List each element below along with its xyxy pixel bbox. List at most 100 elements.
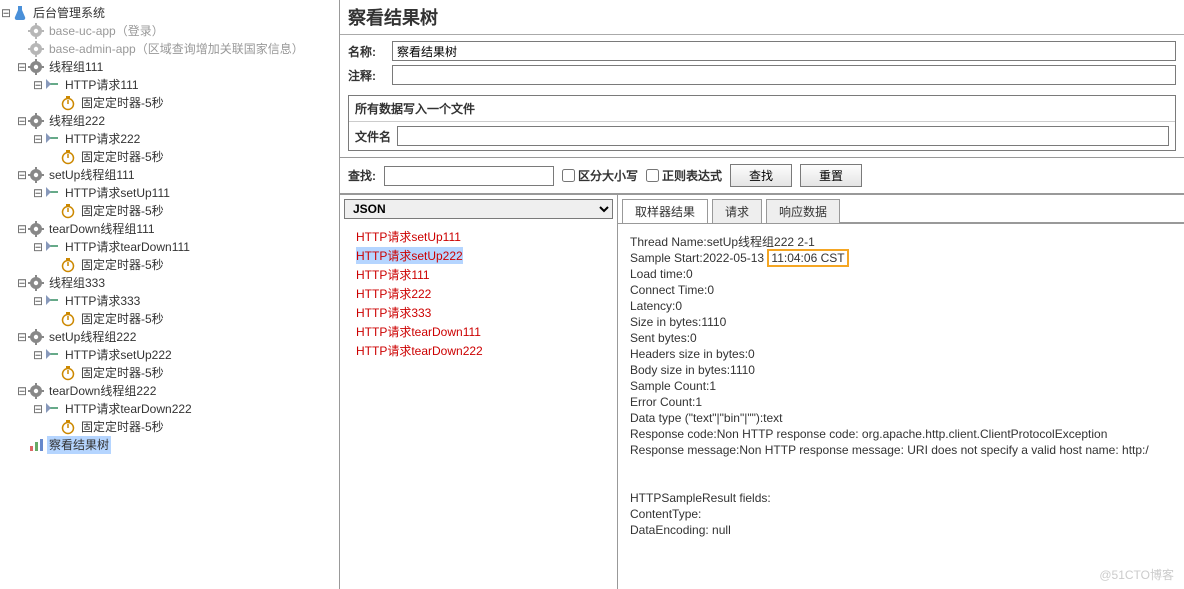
tree-toggle-icon[interactable]: ⊟	[16, 274, 28, 292]
result-item[interactable]: HTTP请求setUp111	[342, 227, 615, 246]
detail-line: Response code:Non HTTP response code: or…	[630, 426, 1172, 442]
tree-item[interactable]: ⊟ 线程组222	[0, 112, 339, 130]
tree-item[interactable]: base-admin-app（区域查询增加关联国家信息）	[0, 40, 339, 58]
tree-item[interactable]: 固定定时器-5秒	[0, 418, 339, 436]
tree-item-label: tearDown线程组222	[47, 382, 158, 400]
gear-icon	[28, 275, 44, 291]
result-item[interactable]: HTTP请求tearDown111	[342, 322, 615, 341]
http-icon	[44, 239, 60, 255]
detail-line	[630, 458, 1172, 474]
gear-icon	[28, 329, 44, 345]
http-icon	[44, 293, 60, 309]
tree-toggle-icon[interactable]: ⊟	[32, 130, 44, 148]
tab[interactable]: 请求	[712, 199, 762, 223]
result-list[interactable]: HTTP请求setUp111HTTP请求setUp222HTTP请求111 HTT…	[340, 223, 617, 589]
timer-icon	[60, 419, 76, 435]
search-input[interactable]	[384, 166, 554, 186]
gear-icon	[28, 383, 44, 399]
gear-icon	[28, 23, 44, 39]
tree-toggle-icon[interactable]: ⊟	[32, 238, 44, 256]
case-sensitive-checkbox[interactable]: 区分大小写	[562, 167, 638, 184]
tree-item[interactable]: ⊟HTTP请求tearDown111	[0, 238, 339, 256]
result-item[interactable]: HTTP请求222	[342, 284, 615, 303]
tree-item-label: 线程组222	[47, 112, 107, 130]
http-icon	[44, 131, 60, 147]
tree-toggle-icon[interactable]: ⊟	[16, 382, 28, 400]
detail-line	[630, 474, 1172, 490]
find-button[interactable]: 查找	[730, 164, 792, 187]
detail-line: Body size in bytes:1110	[630, 362, 1172, 378]
tree-item[interactable]: 察看结果树	[0, 436, 339, 454]
tree-item[interactable]: ⊟线程组111	[0, 58, 339, 76]
tree-toggle-icon[interactable]: ⊟	[16, 58, 28, 76]
reset-button[interactable]: 重置	[800, 164, 862, 187]
tree-item[interactable]: 固定定时器-5秒	[0, 364, 339, 382]
tree-toggle-icon[interactable]: ⊟	[16, 112, 28, 130]
tree-item[interactable]: ⊟HTTP请求tearDown222	[0, 400, 339, 418]
renderer-select[interactable]: JSON	[344, 199, 613, 219]
tree-item[interactable]: ⊟HTTP请求setUp111	[0, 184, 339, 202]
highlighted-time: 11:04:06 CST	[767, 249, 848, 267]
gear-icon	[28, 41, 44, 57]
comment-input[interactable]	[392, 65, 1176, 85]
tree-item[interactable]: 固定定时器-5秒	[0, 148, 339, 166]
tree-toggle-icon[interactable]: ⊟	[32, 400, 44, 418]
timer-icon	[60, 95, 76, 111]
tree-item[interactable]: ⊟ tearDown线程组222	[0, 382, 339, 400]
results-area: JSON HTTP请求setUp111HTTP请求setUp222HTTP请求1…	[340, 194, 1184, 589]
tree-toggle-icon[interactable]: ⊟	[16, 166, 28, 184]
tree-item[interactable]: 固定定时器-5秒	[0, 202, 339, 220]
tab[interactable]: 响应数据	[766, 199, 840, 223]
test-plan-tree[interactable]: ⊟后台管理系统base-uc-app（登录）base-admin-app（区域查…	[0, 0, 340, 589]
detail-line: Size in bytes:1110	[630, 314, 1172, 330]
tree-item[interactable]: ⊟HTTP请求setUp222	[0, 346, 339, 364]
tree-item[interactable]: 固定定时器-5秒	[0, 94, 339, 112]
tree-toggle-icon[interactable]: ⊟	[32, 346, 44, 364]
name-input[interactable]	[392, 41, 1176, 61]
gear-icon	[28, 167, 44, 183]
tree-item[interactable]: ⊟HTTP请求333	[0, 292, 339, 310]
detail-line: Sample Count:1	[630, 378, 1172, 394]
tree-item[interactable]: base-uc-app（登录）	[0, 22, 339, 40]
http-icon	[44, 185, 60, 201]
result-item[interactable]: HTTP请求111	[342, 265, 615, 284]
tree-item[interactable]: ⊟ HTTP请求222	[0, 130, 339, 148]
result-list-panel: JSON HTTP请求setUp111HTTP请求setUp222HTTP请求1…	[340, 195, 618, 589]
tree-toggle-icon[interactable]: ⊟	[16, 220, 28, 238]
tree-toggle-icon[interactable]: ⊟	[16, 328, 28, 346]
tree-toggle-icon[interactable]: ⊟	[32, 76, 44, 94]
tree-toggle-icon[interactable]: ⊟	[0, 4, 12, 22]
result-item[interactable]: HTTP请求333	[342, 303, 615, 322]
watermark: @51CTO博客	[1099, 566, 1174, 583]
tree-item[interactable]: ⊟线程组333	[0, 274, 339, 292]
tree-item[interactable]: 固定定时器-5秒	[0, 256, 339, 274]
tree-item[interactable]: ⊟setUp线程组111	[0, 166, 339, 184]
detail-line: Error Count:1	[630, 394, 1172, 410]
timer-icon	[60, 257, 76, 273]
tab[interactable]: 取样器结果	[622, 199, 708, 223]
tree-item-label: 固定定时器-5秒	[79, 418, 166, 436]
tree-item-label: base-uc-app（登录）	[47, 22, 166, 40]
result-item-label: HTTP请求222	[356, 285, 431, 302]
result-item-label: HTTP请求tearDown222	[356, 342, 483, 359]
tree-toggle-icon[interactable]: ⊟	[32, 292, 44, 310]
tree-item[interactable]: 固定定时器-5秒	[0, 310, 339, 328]
result-item[interactable]: HTTP请求tearDown222	[342, 341, 615, 360]
tree-item[interactable]: ⊟tearDown线程组111	[0, 220, 339, 238]
http-icon	[44, 401, 60, 417]
result-item-label: HTTP请求111	[356, 266, 430, 283]
filename-input[interactable]	[397, 126, 1169, 146]
tree-toggle-icon[interactable]: ⊟	[32, 184, 44, 202]
file-output-section: 所有数据写入一个文件 文件名	[348, 95, 1176, 151]
tree-item[interactable]: ⊟后台管理系统	[0, 4, 339, 22]
tree-item-label: 固定定时器-5秒	[79, 364, 166, 382]
tree-item[interactable]: ⊟HTTP请求111	[0, 76, 339, 94]
tree-item-label: 固定定时器-5秒	[79, 310, 166, 328]
result-item[interactable]: HTTP请求setUp222	[342, 246, 615, 265]
gear-icon	[28, 59, 44, 75]
tree-item-label: setUp线程组222	[47, 328, 138, 346]
tree-item-label: HTTP请求222	[63, 130, 142, 148]
tree-item[interactable]: ⊟ setUp线程组222	[0, 328, 339, 346]
detail-line: DataEncoding: null	[630, 522, 1172, 538]
regex-checkbox[interactable]: 正则表达式	[646, 167, 722, 184]
